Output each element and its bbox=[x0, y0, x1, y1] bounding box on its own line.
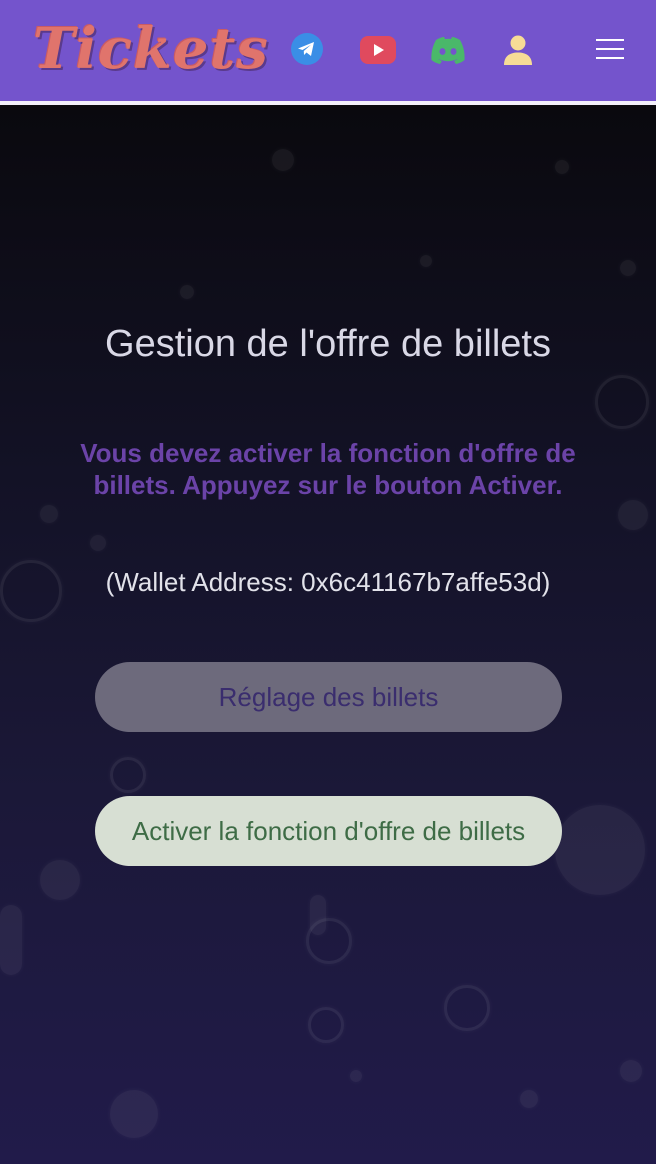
activation-warning: Vous devez activer la fonction d'offre d… bbox=[80, 438, 576, 500]
background-bubble bbox=[272, 149, 294, 171]
background-bubble bbox=[180, 285, 194, 299]
background-bubble bbox=[310, 895, 326, 935]
background-bubble bbox=[0, 905, 22, 975]
discord-link[interactable] bbox=[430, 35, 466, 65]
wallet-address: (Wallet Address: 0x6c41167b7affe53d) bbox=[105, 567, 551, 597]
background-bubble bbox=[308, 1007, 344, 1043]
youtube-link[interactable] bbox=[360, 35, 396, 65]
background-bubble bbox=[110, 757, 146, 793]
background-bubble bbox=[620, 1060, 642, 1082]
background-bubble bbox=[90, 535, 106, 551]
user-account-button[interactable] bbox=[502, 34, 534, 66]
activate-ticket-offer-button[interactable]: Activer la fonction d'offre de billets bbox=[95, 796, 562, 866]
background-bubble bbox=[618, 500, 648, 530]
background-bubble bbox=[620, 260, 636, 276]
background-bubble bbox=[110, 1090, 158, 1138]
background-bubble bbox=[350, 1070, 362, 1082]
telegram-icon bbox=[291, 33, 323, 65]
menu-button[interactable] bbox=[593, 34, 627, 64]
hamburger-menu-icon bbox=[596, 39, 624, 59]
main-content: Gestion de l'offre de billets Vous devez… bbox=[0, 105, 656, 1164]
ticket-settings-button[interactable]: Réglage des billets bbox=[95, 662, 562, 732]
background-bubble bbox=[555, 160, 569, 174]
background-bubble bbox=[444, 985, 490, 1031]
background-bubble bbox=[520, 1090, 538, 1108]
user-icon bbox=[504, 35, 532, 65]
youtube-icon bbox=[360, 36, 396, 64]
background-bubble bbox=[595, 375, 649, 429]
site-logo[interactable]: Tickets bbox=[33, 16, 269, 82]
background-bubble bbox=[555, 805, 645, 895]
discord-icon bbox=[431, 37, 465, 64]
background-bubble bbox=[420, 255, 432, 267]
top-navbar: Tickets bbox=[0, 0, 656, 101]
background-bubble bbox=[40, 505, 58, 523]
page-title: Gestion de l'offre de billets bbox=[105, 323, 551, 365]
background-bubble bbox=[40, 860, 80, 900]
telegram-link[interactable] bbox=[290, 32, 324, 66]
